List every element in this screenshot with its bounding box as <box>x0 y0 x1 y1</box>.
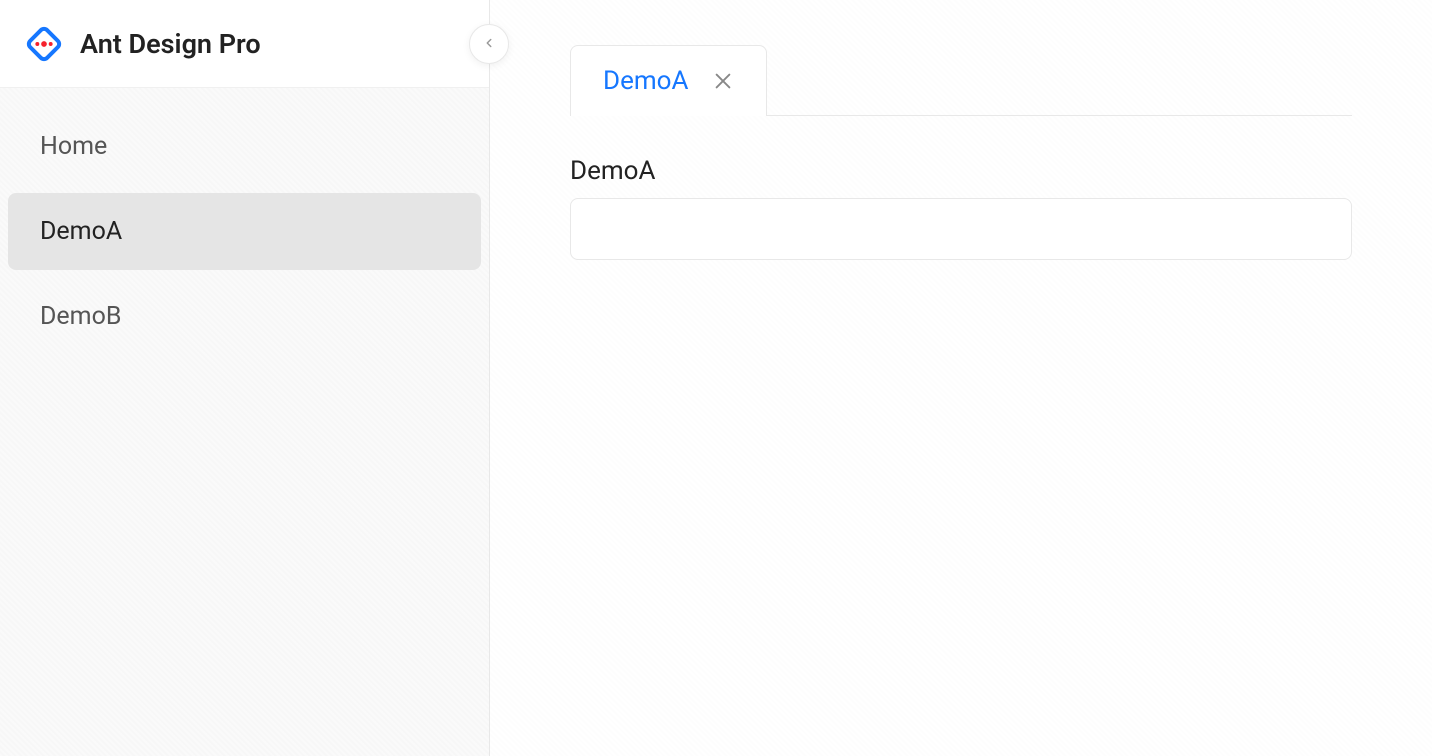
brand-logo-icon <box>24 24 64 64</box>
sidebar-collapse-button[interactable] <box>469 24 509 64</box>
sidebar-item-demo-a[interactable]: DemoA <box>8 193 481 270</box>
page-title: DemoA <box>570 156 1352 186</box>
tab-demo-a[interactable]: DemoA <box>570 45 767 116</box>
sidebar-item-label: DemoB <box>40 302 121 331</box>
close-icon[interactable] <box>712 70 734 92</box>
sidebar-nav: Home DemoA DemoB <box>0 88 489 383</box>
chevron-left-icon <box>482 35 496 54</box>
brand-title: Ant Design Pro <box>80 28 261 60</box>
sidebar-item-label: DemoA <box>40 217 122 246</box>
main-inner: DemoA DemoA <box>490 0 1432 260</box>
app-layout: Ant Design Pro Home DemoA DemoB <box>0 0 1432 756</box>
main-content: DemoA DemoA <box>490 0 1432 756</box>
sidebar-item-label: Home <box>40 132 107 161</box>
content-card <box>570 198 1352 260</box>
sidebar-item-home[interactable]: Home <box>8 108 481 185</box>
sidebar: Ant Design Pro Home DemoA DemoB <box>0 0 490 756</box>
tab-label: DemoA <box>603 66 688 96</box>
sidebar-header: Ant Design Pro <box>0 0 489 88</box>
tabs-bar: DemoA <box>570 44 1352 116</box>
sidebar-item-demo-b[interactable]: DemoB <box>8 278 481 355</box>
